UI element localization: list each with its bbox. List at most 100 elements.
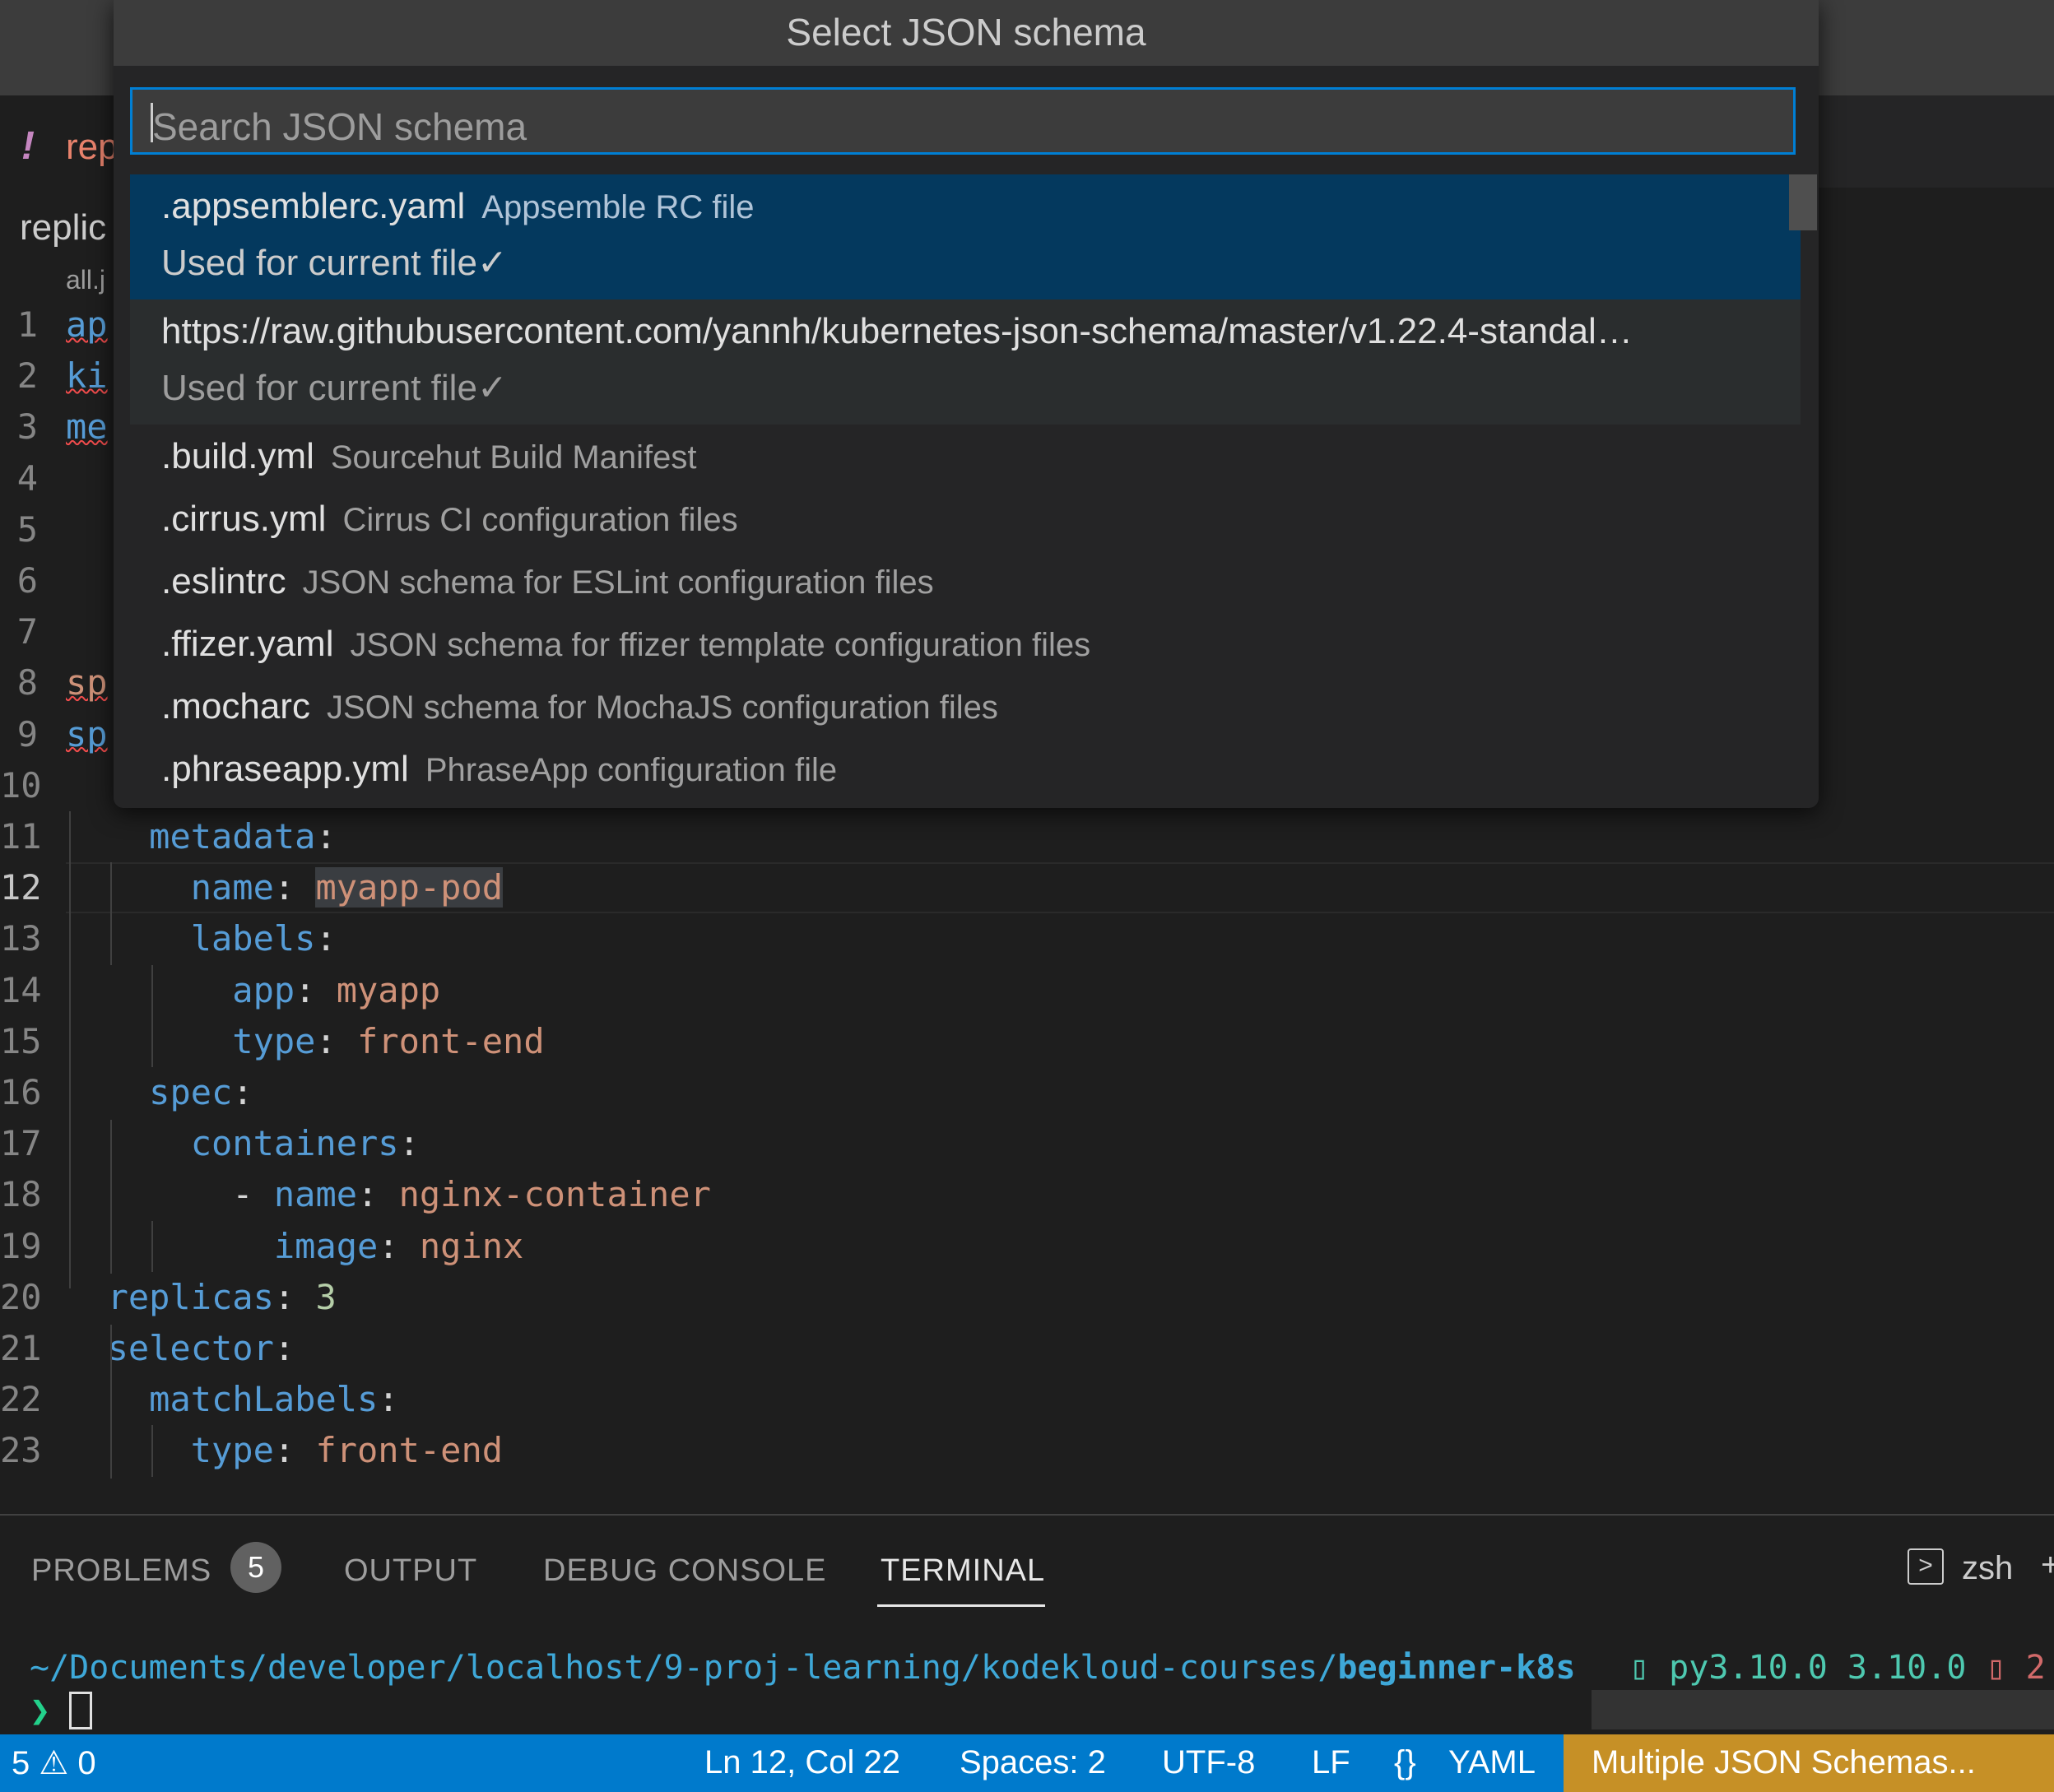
code-text: name: myapp-pod [66,862,504,913]
code-line[interactable]: 23 type: front-end [0,1425,2054,1476]
schema-name: https://raw.githubusercontent.com/yannh/… [161,311,1633,351]
indent-guide [110,1120,112,1274]
code-text: matchLabels: [66,1374,399,1425]
line-number: 15 [0,1020,42,1061]
search-input[interactable]: Search JSON schema [130,87,1796,155]
schema-list-item[interactable]: .phraseapp.yml PhraseApp configuration fi… [130,737,1801,800]
code-token: : [315,918,337,959]
code-line[interactable]: 21 selector: [0,1323,2054,1374]
tab-problems[interactable]: PROBLEMS [31,1553,211,1589]
code-token: : [273,867,316,908]
status-cursor-position[interactable]: Ln 12, Col 22 [704,1744,900,1781]
indent-guide [151,1220,153,1272]
code-token: : [378,1379,399,1420]
terminal-scrollbar[interactable] [1592,1690,2054,1729]
code-token: : [273,1328,295,1368]
code-text: - name: nginx-container [66,1169,711,1220]
schema-detail: Used for current file✓ [161,243,508,283]
schema-list-item[interactable]: .eslintrc JSON schema for ESLint configur… [130,550,1801,612]
schema-description: JSON schema for ESLint configuration fil… [302,564,934,601]
line-number: 5 [16,508,38,550]
code-token: sp [66,662,108,703]
line-number: 21 [0,1328,42,1368]
terminal-right-prompt: ▯ py3.10.0 3.10.0 ▯ 2 [1629,1649,2046,1687]
code-text: selector: [66,1323,295,1374]
status-bar: 5 ⚠ 0 Ln 12, Col 22 Spaces: 2 UTF-8 LF {… [0,1734,2054,1792]
tab-terminal[interactable]: TERMINAL [881,1553,1045,1589]
json-schema-quick-pick: Select JSON schema Search JSON schema .a… [114,0,1819,808]
code-token: replicas [107,1276,274,1317]
status-json-schemas[interactable]: Multiple JSON Schemas... [1592,1744,1976,1781]
shell-name[interactable]: zsh [1962,1550,2013,1587]
tab-debug-console[interactable]: DEBUG CONSOLE [543,1553,827,1589]
code-line[interactable]: 19 image: nginx [0,1221,2054,1272]
status-errors[interactable]: 5 ⚠ 0 [12,1744,96,1782]
python-icon: ▯ [1629,1649,1650,1687]
quick-pick-title: Select JSON schema [114,0,1819,66]
code-line[interactable]: 15 type: front-end [0,1016,2054,1067]
code-line[interactable]: 12 name: myapp-pod [0,862,2054,914]
code-token: : [232,1072,253,1112]
code-token: labels [190,918,316,959]
code-token: : [398,1123,420,1164]
code-token: spec [149,1072,233,1112]
python-version: py3.10.0 3.10.0 [1649,1649,1987,1687]
editor-tab-label[interactable]: rep [66,127,118,168]
code-line[interactable]: 13 labels: [0,913,2054,964]
code-line[interactable]: 11 metadata: [0,811,2054,862]
prompt-segment-end: ▯ 2 [1986,1649,2046,1687]
code-token: : [357,1174,399,1215]
schema-detail: Used for current file✓ [161,368,508,408]
code-token: app [232,969,295,1010]
code-line[interactable]: 17 containers: [0,1118,2054,1169]
schema-list-item[interactable]: .build.yml Sourcehut Build Manifest [130,425,1801,487]
breadcrumb-sub[interactable]: all.j [66,265,105,295]
indent-guide [151,964,153,1067]
terminal-cursor [69,1692,92,1729]
braces-icon: {} [1394,1744,1416,1780]
schema-list-item[interactable]: .mocharc JSON schema for MochaJS configur… [130,675,1801,737]
search-placeholder: Search JSON schema [152,105,527,148]
yaml-file-icon: ! [21,124,35,168]
code-token: image [273,1225,379,1266]
code-token: : [273,1430,316,1471]
code-token: ap [66,304,108,345]
status-encoding[interactable]: UTF-8 [1162,1744,1255,1781]
line-number: 7 [16,611,38,652]
line-number: 6 [16,560,38,601]
code-token: ki [66,355,108,397]
line-number: 12 [0,867,42,908]
line-number: 9 [16,713,38,754]
schema-description: Appsemble RC file [481,189,755,225]
schema-list-item[interactable]: .ffizer.yaml JSON schema for ffizer templ… [130,612,1801,675]
code-token: me [66,406,108,448]
line-number: 3 [16,406,38,448]
schema-list-item[interactable]: .appsemblerc.yaml Appsemble RC file Used f… [130,174,1801,299]
status-eol[interactable]: LF [1312,1744,1350,1781]
code-line[interactable]: 22 matchLabels: [0,1374,2054,1425]
list-scrollbar[interactable] [1789,174,1817,230]
status-language[interactable]: YAML [1448,1744,1536,1781]
code-line[interactable]: 14 app: myapp [0,965,2054,1016]
code-text: ki [66,351,108,402]
schema-list-item[interactable]: .cirrus.yml Cirrus CI configuration files [130,487,1801,550]
plus-icon[interactable]: + [2041,1547,2054,1584]
code-token: : [273,1276,316,1317]
schema-list-item[interactable]: https://raw.githubusercontent.com/yannh/… [130,299,1801,425]
schema-description: Sourcehut Build Manifest [330,439,697,476]
code-line[interactable]: 16 spec: [0,1067,2054,1118]
code-line[interactable]: 18 - name: nginx-container [0,1169,2054,1220]
code-text: type: front-end [66,1016,544,1067]
status-indentation[interactable]: Spaces: 2 [960,1744,1106,1781]
code-line[interactable]: 20 replicas: 3 [0,1272,2054,1323]
schema-item-label: .build.yml Sourcehut Build Manifest [161,436,697,477]
tab-output[interactable]: OUTPUT [344,1553,477,1589]
indent-guide [151,1425,153,1477]
breadcrumb-file[interactable]: replic [20,207,106,248]
terminal-icon[interactable]: > [1908,1548,1944,1585]
code-token: name [190,867,274,908]
